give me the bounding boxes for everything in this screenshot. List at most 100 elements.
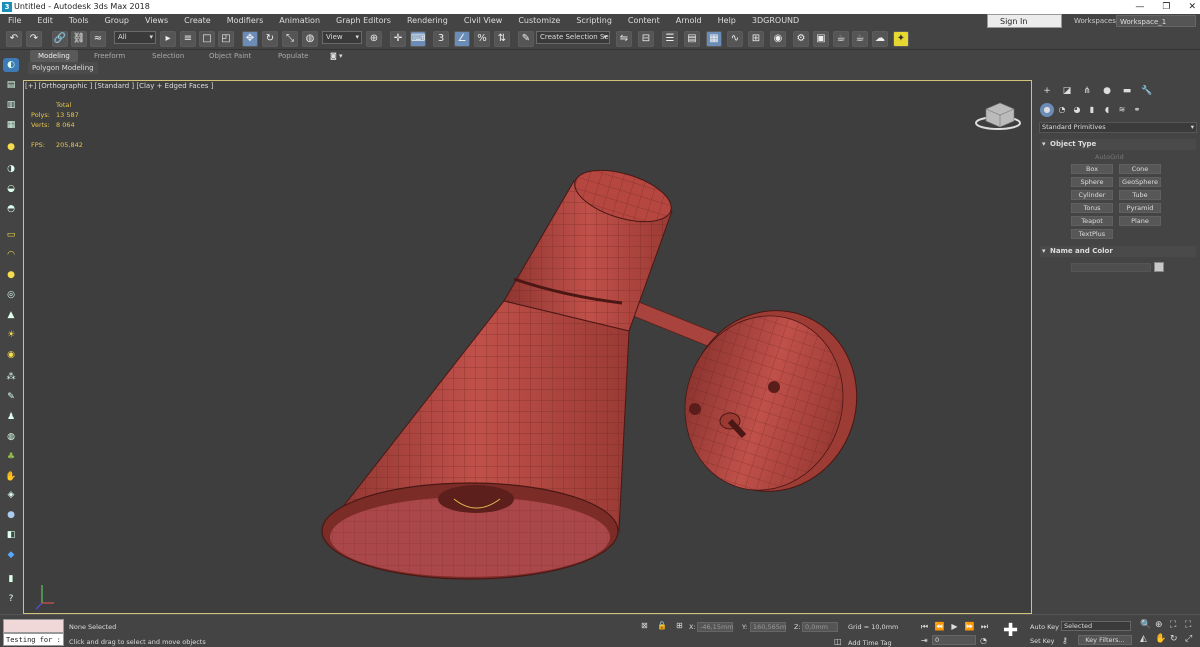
character-icon[interactable]: ♟ xyxy=(3,410,19,424)
space-warps-icon[interactable]: ≋ xyxy=(1115,103,1129,117)
menu-help[interactable]: Help xyxy=(710,14,744,28)
material-sphere-icon[interactable]: ● xyxy=(3,508,19,522)
cone-button[interactable]: Cone xyxy=(1119,164,1161,174)
render-production-icon[interactable]: ☕ xyxy=(833,31,849,47)
percent-snap-icon[interactable]: % xyxy=(474,31,490,47)
display-icon[interactable]: ▤ xyxy=(3,78,19,92)
link-icon[interactable]: 🔗 xyxy=(52,31,68,47)
tab-object-paint[interactable]: Object Paint xyxy=(201,50,259,62)
object-color-swatch[interactable] xyxy=(1154,262,1164,272)
maxscript-listener-output[interactable] xyxy=(3,619,64,633)
align-icon[interactable]: ⊟ xyxy=(638,31,654,47)
object-type-rollout[interactable]: Object Type xyxy=(1040,139,1196,150)
torus-icon[interactable]: ◎ xyxy=(3,288,19,302)
menu-tools[interactable]: Tools xyxy=(61,14,97,28)
box-icon[interactable]: ▭ xyxy=(3,228,19,242)
edit-named-selection-icon[interactable]: ✎ xyxy=(518,31,534,47)
helpers-icon[interactable]: ◖ xyxy=(1100,103,1114,117)
select-place-icon[interactable]: ◍ xyxy=(302,31,318,47)
container-icon[interactable]: ◐ xyxy=(3,58,19,72)
menu-rendering[interactable]: Rendering xyxy=(399,14,456,28)
pivot-center-icon[interactable]: ⊕ xyxy=(366,31,382,47)
maxscript-listener-input[interactable]: Testing for : xyxy=(3,633,64,646)
sphere-icon[interactable]: ● xyxy=(3,268,19,282)
key-icon[interactable]: ⚷ xyxy=(1062,636,1068,645)
next-frame-icon[interactable]: ⏩ xyxy=(964,621,975,632)
viewport[interactable] xyxy=(23,80,1032,614)
menu-edit[interactable]: Edit xyxy=(29,14,61,28)
name-and-color-rollout[interactable]: Name and Color xyxy=(1040,246,1196,257)
geosphere-button[interactable]: GeoSphere xyxy=(1119,177,1161,187)
select-move-icon[interactable]: ✥ xyxy=(242,31,258,47)
mirror-icon[interactable]: ⇋ xyxy=(616,31,632,47)
particle-icon[interactable]: ⁂ xyxy=(3,370,19,384)
angle-snap-icon[interactable]: ∠ xyxy=(454,31,470,47)
play-icon[interactable]: ▶ xyxy=(949,621,960,632)
autogrid-checkbox[interactable]: AutoGrid xyxy=(1095,153,1124,161)
current-frame-field[interactable]: 0 xyxy=(932,635,976,645)
spinner-snap-icon[interactable]: ⇅ xyxy=(494,31,510,47)
ribbon-sub-label[interactable]: Polygon Modeling xyxy=(28,62,98,74)
pyramid-button[interactable]: Pyramid xyxy=(1119,203,1161,213)
geometry-icon[interactable]: ● xyxy=(1040,103,1054,117)
named-selection-dropdown[interactable]: Create Selection Se xyxy=(536,31,610,44)
menu-content[interactable]: Content xyxy=(620,14,668,28)
z-coordinate-field[interactable]: 0,0mm xyxy=(802,622,838,632)
auto-key-button[interactable]: Auto Key xyxy=(1030,623,1059,631)
redo-icon[interactable]: ↷ xyxy=(26,31,42,47)
plane-button[interactable]: Plane xyxy=(1119,216,1161,226)
select-scale-icon[interactable]: ⤡ xyxy=(282,31,298,47)
tube-button[interactable]: Tube xyxy=(1119,190,1161,200)
menu-scripting[interactable]: Scripting xyxy=(568,14,620,28)
add-time-tag[interactable]: Add Time Tag xyxy=(848,639,892,647)
snaps-toggle-icon[interactable]: 3 xyxy=(433,31,449,47)
time-tag-icon[interactable]: ◫ xyxy=(834,637,842,646)
menu-create[interactable]: Create xyxy=(176,14,219,28)
display-tab-icon[interactable]: ▬ xyxy=(1120,84,1134,98)
utilities-tab-icon[interactable]: 🔧 xyxy=(1140,84,1154,98)
hand-icon[interactable]: ✋ xyxy=(3,470,19,484)
light-icon[interactable]: ● xyxy=(3,140,19,154)
undo-icon[interactable]: ↶ xyxy=(6,31,22,47)
spacewarp-icon[interactable]: ◓ xyxy=(3,202,19,216)
window-crossing-icon[interactable]: ◰ xyxy=(218,31,234,47)
y-coordinate-field[interactable]: 160,565m xyxy=(750,622,786,632)
maximize-viewport-icon[interactable]: ⤢ xyxy=(1185,634,1192,644)
go-to-start-icon[interactable]: ⏮ xyxy=(919,621,930,632)
zoom-icon[interactable]: 🔍 xyxy=(1140,620,1151,630)
zoom-extents-all-icon[interactable]: ⛶ xyxy=(1185,620,1191,630)
sphere-button[interactable]: Sphere xyxy=(1071,177,1113,187)
motion-tab-icon[interactable]: ● xyxy=(1100,84,1114,98)
previous-frame-icon[interactable]: ⏪ xyxy=(934,621,945,632)
cone-icon[interactable]: ▲ xyxy=(3,308,19,322)
select-object-icon[interactable]: ▸ xyxy=(160,31,176,47)
view-cube[interactable] xyxy=(975,102,1021,130)
minimize-button[interactable]: — xyxy=(1135,0,1144,14)
set-key-button[interactable]: Set Key xyxy=(1030,637,1055,645)
tab-modeling[interactable]: Modeling xyxy=(30,50,78,62)
field-of-view-icon[interactable]: ◭ xyxy=(1140,634,1147,644)
menu-arnold[interactable]: Arnold xyxy=(668,14,710,28)
pattern-icon[interactable]: ◈ xyxy=(3,488,19,502)
cylinder-button[interactable]: Cylinder xyxy=(1071,190,1113,200)
x-coordinate-field[interactable]: -46,15mm xyxy=(697,622,734,632)
textplus-button[interactable]: TextPlus xyxy=(1071,229,1113,239)
help-icon[interactable]: ? xyxy=(3,592,19,606)
torus-button[interactable]: Torus xyxy=(1071,203,1113,213)
scene-explorer-icon[interactable]: ☰ xyxy=(662,31,678,47)
plugin-icon[interactable]: ✦ xyxy=(893,31,909,47)
shapes-icon[interactable]: ◔ xyxy=(1055,103,1069,117)
primitive-category-dropdown[interactable]: Standard Primitives xyxy=(1039,122,1197,133)
systems-icon[interactable]: ⚭ xyxy=(1130,103,1144,117)
hierarchy-tab-icon[interactable]: ⋔ xyxy=(1080,84,1094,98)
helper-icon[interactable]: ◒ xyxy=(3,182,19,196)
cameras-icon[interactable]: ▮ xyxy=(1085,103,1099,117)
key-filters-button[interactable]: Key Filters... xyxy=(1078,635,1132,645)
omni-light-icon[interactable]: ◉ xyxy=(3,348,19,362)
render-in-cloud-icon[interactable]: ☁ xyxy=(872,31,888,47)
render-iterative-icon[interactable]: ☕ xyxy=(852,31,868,47)
viewport-label[interactable]: [+] [Orthographic ] [Standard ] [Clay + … xyxy=(25,82,213,90)
reference-coordinate-dropdown[interactable]: View xyxy=(322,31,362,44)
schematic-view-icon[interactable]: ⊞ xyxy=(748,31,764,47)
unlink-icon[interactable]: ⛓ xyxy=(71,31,87,47)
